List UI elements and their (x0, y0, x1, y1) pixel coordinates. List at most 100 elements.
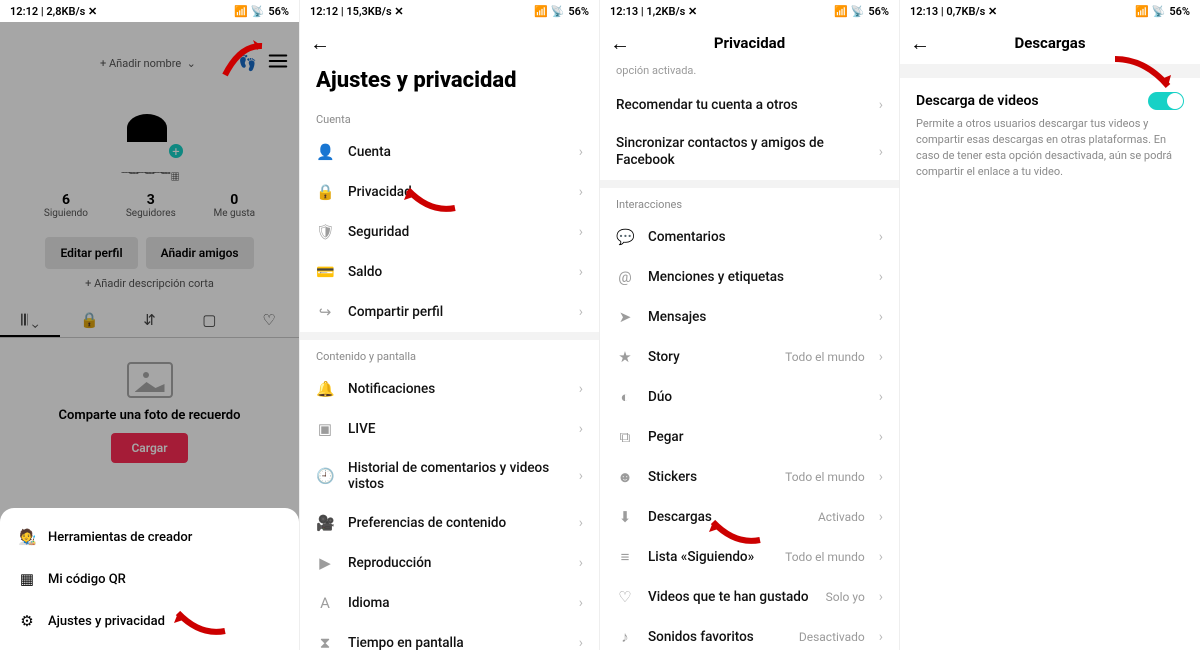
row-label: Videos que te han gustado (648, 589, 812, 605)
row-value: Desactivado (799, 630, 865, 644)
settings-account-row-0[interactable]: 👤Cuenta› (300, 132, 599, 172)
settings-content-row-1[interactable]: ▣LIVE› (300, 409, 599, 449)
status-bar: 12:12 | 15,3KB/s ✕ 📶 📡 56% (300, 0, 599, 22)
row-label: Descargas (648, 509, 804, 525)
privacy-row-4[interactable]: ◐Dúo› (600, 377, 899, 417)
row-label: Pegar (648, 429, 865, 445)
qr-icon: ▦ (18, 570, 36, 588)
settings-account-row-3[interactable]: 💳 Saldo › (300, 252, 599, 292)
sheet-creator-tools[interactable]: 🧑‍🎨Herramientas de creador (0, 516, 299, 558)
row-label: Seguridad (348, 224, 565, 240)
chevron-right-icon: › (879, 229, 883, 245)
privacy-row-1[interactable]: @Menciones y etiquetas› (600, 257, 899, 297)
row-icon: 🎥 (316, 514, 334, 532)
chevron-right-icon: › (579, 144, 583, 160)
row-icon: 🕘 (316, 467, 334, 485)
chevron-right-icon: › (879, 589, 883, 605)
page-title: Ajustes y privacidad (300, 64, 599, 103)
settings-account-row-1[interactable]: 🔒Privacidad› (300, 172, 599, 212)
chevron-right-icon: › (579, 304, 583, 320)
back-button[interactable]: ← (310, 31, 330, 56)
chevron-right-icon: › (879, 389, 883, 405)
settings-content-row-5[interactable]: AIdioma› (300, 583, 599, 623)
sheet-settings[interactable]: ⚙Ajustes y privacidad (0, 600, 299, 642)
chevron-right-icon: › (579, 595, 583, 611)
row-label: Tiempo en pantalla (348, 635, 565, 650)
chevron-right-icon: › (579, 468, 583, 484)
panel-settings: 12:12 | 15,3KB/s ✕ 📶 📡 56% ← Ajustes y p… (300, 0, 600, 650)
row-label: Preferencias de contenido (348, 515, 565, 531)
row-icon: @ (616, 268, 634, 286)
privacy-row-8[interactable]: ≡Lista «Siguiendo»Todo el mundo› (600, 537, 899, 577)
privacy-row-7[interactable]: ⬇DescargasActivado› (600, 497, 899, 537)
chevron-right-icon: › (879, 97, 883, 113)
settings-content-row-6[interactable]: ⧗Tiempo en pantalla› (300, 623, 599, 650)
sheet-qr-code[interactable]: ▦Mi código QR (0, 558, 299, 600)
row-value: Activado (818, 510, 865, 524)
row-icon: A (316, 594, 334, 612)
chevron-right-icon: › (879, 469, 883, 485)
row-label: Cuenta (348, 144, 565, 160)
row-label: Historial de comentarios y videos vistos (348, 460, 565, 492)
row-label: Privacidad (348, 184, 565, 200)
toggle-description: Permite a otros usuarios descargar tus v… (900, 116, 1200, 180)
privacy-row-10[interactable]: ♪Sonidos favoritosDesactivado› (600, 617, 899, 650)
privacy-row-9[interactable]: ♡Videos que te han gustadoSolo yo› (600, 577, 899, 617)
row-icon: ▶ (316, 554, 334, 572)
chevron-right-icon: › (579, 515, 583, 531)
back-button[interactable]: ← (610, 31, 630, 56)
settings-account-row-2[interactable]: 🛡Seguridad› (300, 212, 599, 252)
settings-content-row-3[interactable]: 🎥 Preferencias de contenido › (300, 503, 599, 543)
settings-content-row-0[interactable]: 🔔Notificaciones› (300, 369, 599, 409)
row-icon: ➤ (616, 308, 634, 326)
chevron-right-icon: › (579, 381, 583, 397)
person-plus-icon: 🧑‍🎨 (18, 528, 36, 546)
row-label: Story (648, 349, 771, 365)
privacy-row-6[interactable]: ☻StickersTodo el mundo› (600, 457, 899, 497)
settings-content-row-2[interactable]: 🕘 Historial de comentarios y videos visto… (300, 449, 599, 503)
chevron-right-icon: › (879, 429, 883, 445)
row-sync-contacts[interactable]: Sincronizar contactos y amigos de Facebo… (600, 124, 899, 180)
row-icon: ≡ (616, 548, 634, 566)
row-icon: 🔒 (316, 183, 334, 201)
row-label: Stickers (648, 469, 771, 485)
privacy-row-3[interactable]: ★StoryTodo el mundo› (600, 337, 899, 377)
row-video-downloads[interactable]: Descarga de videos (900, 78, 1200, 116)
chevron-right-icon: › (879, 144, 883, 160)
chevron-right-icon: › (879, 629, 883, 645)
row-label: Reproducción (348, 555, 565, 571)
chevron-right-icon: › (579, 224, 583, 240)
toggle-switch[interactable] (1148, 92, 1184, 110)
row-icon: ⬇ (616, 508, 634, 526)
row-label: Compartir perfil (348, 304, 565, 320)
settings-account-row-4[interactable]: ↪Compartir perfil› (300, 292, 599, 332)
chevron-right-icon: › (579, 264, 583, 280)
section-interactions: Interacciones (600, 188, 899, 217)
row-label: Lista «Siguiendo» (648, 549, 771, 565)
chevron-right-icon: › (879, 309, 883, 325)
row-icon: ♡ (616, 588, 634, 606)
privacy-row-2[interactable]: ➤Mensajes› (600, 297, 899, 337)
privacy-row-0[interactable]: 💬 Comentarios › (600, 217, 899, 257)
privacy-row-5[interactable]: ⧉Pegar› (600, 417, 899, 457)
chevron-right-icon: › (579, 555, 583, 571)
panel-downloads: 12:13 | 0,7KB/s ✕ 📶 📡 56% ← Descargas De… (900, 0, 1200, 650)
row-icon: 💳 (316, 263, 334, 281)
row-label: Saldo (348, 264, 565, 280)
row-icon: 💬 (616, 228, 634, 246)
row-label: Notificaciones (348, 381, 565, 397)
row-label: Comentarios (648, 229, 865, 245)
row-icon: ☻ (616, 468, 634, 486)
page-title: Descargas (900, 34, 1200, 52)
gear-icon: ⚙ (18, 612, 36, 630)
row-label: LIVE (348, 421, 565, 437)
row-icon: ▣ (316, 420, 334, 438)
panel-privacy: 12:13 | 1,2KB/s ✕ 📶 📡 56% ← Privacidad o… (600, 0, 900, 650)
back-button[interactable]: ← (910, 31, 930, 56)
row-value: Todo el mundo (785, 350, 865, 364)
row-value: Todo el mundo (785, 550, 865, 564)
row-label: Dúo (648, 389, 865, 405)
row-recommend-account[interactable]: Recomendar tu cuenta a otros› (600, 86, 899, 124)
settings-content-row-4[interactable]: ▶ Reproducción › (300, 543, 599, 583)
chevron-right-icon: › (879, 349, 883, 365)
